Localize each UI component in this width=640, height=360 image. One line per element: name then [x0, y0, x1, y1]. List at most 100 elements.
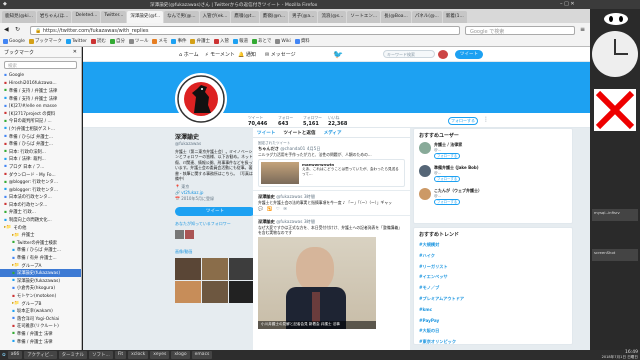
- bookmark-item[interactable]: 自分: [109, 37, 125, 45]
- stat-tweets[interactable]: ツイート 70,446: [248, 115, 267, 127]
- taskbar-item[interactable]: xclock: [128, 351, 149, 359]
- tweet-to-button[interactable]: ツイート: [175, 207, 255, 217]
- twitter-bird-icon[interactable]: 🐦: [333, 50, 343, 59]
- sidebar-bookmark-item[interactable]: ▪ 小倉秀夫(hkogura): [0, 285, 81, 293]
- taskbar-item[interactable]: ターミナル: [58, 351, 88, 359]
- sidebar-bookmark-item[interactable]: ▪ 深澤諭史(fukazawas): [0, 277, 81, 285]
- sidebar-bookmark-item[interactable]: ▪ ブログ 日本 / フ...: [0, 163, 81, 171]
- sidebar-bookmark-item[interactable]: ▪ 日本法の行政センタ...: [0, 194, 81, 202]
- sidebar-bookmark-item[interactable]: ▪ 準備 / ひらば 弁護士...: [0, 133, 81, 141]
- browser-tab[interactable]: 岩ちゃん(ほ...: [36, 11, 72, 23]
- bookmark-item[interactable]: Google: [3, 37, 25, 45]
- trend-item[interactable]: #プレミアムアウトドア: [419, 294, 567, 305]
- sidebar-bookmark-item[interactable]: ▪ 今日の裁判所日記 / ...: [0, 118, 81, 126]
- sidebar-bookmark-item[interactable]: ▪ 準備 / ひらば 弁護士...: [0, 247, 81, 255]
- photo-thumb[interactable]: [229, 281, 255, 304]
- trend-item[interactable]: #大阪の日: [419, 326, 567, 337]
- sidebar-bookmark-item[interactable]: ▪ 準備 / 支持 / 弁護士 法律: [0, 95, 81, 103]
- browser-tab[interactable]: パネル(@...: [411, 11, 442, 23]
- browser-tab[interactable]: 男子(@a...: [289, 11, 318, 23]
- sidebar-bookmark-item[interactable]: ▪ (ク)弁護士相談ゲスト...: [0, 125, 81, 133]
- browser-tab[interactable]: ソートエン...: [347, 11, 381, 23]
- nav-messages[interactable]: ✉ メッセージ: [265, 51, 296, 58]
- sidebar-bookmark-item[interactable]: ▪ 日本 / 法律: 裁判...: [0, 156, 81, 164]
- sidebar-bookmark-item[interactable]: ▪ Google: [0, 72, 81, 80]
- bookmark-item[interactable]: 資料: [294, 37, 310, 45]
- suggested-user[interactable]: こたんが（ウェブ弁護士） @... フォローする: [419, 188, 567, 205]
- sidebar-bookmark-item[interactable]: ▪ Twitterの弁護士検索: [0, 239, 81, 247]
- sidebar-bookmark-item[interactable]: ▸📁 弁護士: [0, 231, 81, 239]
- sidebar-search-input[interactable]: 検索: [4, 61, 77, 69]
- window-controls[interactable]: – □ ✕: [560, 1, 575, 7]
- nav-moments[interactable]: ⚡ モーメント: [205, 51, 235, 58]
- sidebar-bookmark-item[interactable]: ▪ モトケン(motoken): [0, 292, 81, 300]
- browser-tab[interactable]: Deleted...: [72, 11, 101, 23]
- sidebar-bookmark-item[interactable]: ▪ 準備 / 弁護士 法律: [0, 330, 81, 338]
- profile-avatar[interactable]: [175, 73, 227, 125]
- browser-tab[interactable]: Twitter...: [101, 11, 127, 23]
- avatar[interactable]: [438, 50, 448, 59]
- bookmark-item[interactable]: メモ: [152, 37, 167, 45]
- dock-label[interactable]: mysql--infisrv: [592, 209, 638, 221]
- bookmark-item[interactable]: 弁護士: [190, 37, 210, 45]
- close-icon[interactable]: ✕: [73, 49, 77, 55]
- twitter-search-input[interactable]: キーワード検索: [383, 50, 435, 58]
- sidebar-bookmark-item[interactable]: ▪ ダウンロード - My Fo...: [0, 171, 81, 179]
- sidebar-bookmark-item[interactable]: ▪ 準備 / 弁護士 法律: [0, 338, 81, 346]
- taskbar-item[interactable]: Fit: [114, 351, 127, 359]
- menu-icon[interactable]: ≡: [580, 26, 585, 33]
- tweet[interactable]: 固定されたツイート ちゃんださ @chanda01 4月5日 ニルラグ力活用を手…: [253, 138, 410, 191]
- tweet[interactable]: 深澤諭史 @fukazawas 3時間 弁護士と弁護士会の法的事実と指摘事項を今…: [253, 191, 410, 216]
- tweet[interactable]: 深澤諭史 @fukazawas 3時間 なぜ大変ですかは正式な方を、本日受付付け…: [253, 216, 410, 332]
- sidebar-bookmark-item[interactable]: ▪ 日本の行政センタ...: [0, 201, 81, 209]
- browser-tab[interactable]: 長(@Boa...: [381, 11, 411, 23]
- sidebar-bookmark-item[interactable]: ▪ [K]2717project の資料: [0, 110, 81, 118]
- url-bar[interactable]: 🔒 https://twitter.com/fukazawas/with_rep…: [30, 26, 460, 35]
- trend-item[interactable]: #kmc: [419, 305, 567, 316]
- tweet-photo[interactable]: 小川弁護士の見解と記者会見 新着会 弁護士 法事: [258, 237, 376, 329]
- browser-tab[interactable]: 鹿知見(@ki...: [2, 11, 36, 23]
- trend-item[interactable]: #リーガリスト: [419, 262, 567, 273]
- bookmark-item[interactable]: 事件: [171, 37, 186, 45]
- browser-tab[interactable]: 入管が(ek...: [199, 11, 231, 23]
- browser-tab[interactable]: 新着(1...: [442, 11, 467, 23]
- reload-icon[interactable]: ↻: [15, 26, 20, 33]
- follow-user-button[interactable]: フォローする: [434, 176, 460, 182]
- followers-you-know-label[interactable]: あなたが知っているフォロワー: [175, 221, 260, 227]
- nav-home[interactable]: ⌂ ホーム: [179, 51, 199, 58]
- sidebar-bookmark-item[interactable]: ▪ 日本: 行政の法制...: [0, 148, 81, 156]
- photo-thumb[interactable]: [202, 281, 228, 304]
- photo-thumb[interactable]: [202, 258, 228, 281]
- bookmark-item[interactable]: Twitter: [65, 37, 87, 45]
- sidebar-bookmark-item[interactable]: ▪ 準備 / ひらば 弁護士...: [0, 140, 81, 148]
- sidebar-bookmark-item[interactable]: ▪ @blogger: 行政センタ...: [0, 186, 81, 194]
- sidebar-bookmark-item[interactable]: ▪ 制度向上の問題文化...: [0, 216, 81, 224]
- taskbar-item[interactable]: a66: [7, 351, 23, 359]
- tweet-actions[interactable]: 💬 🔁 ♡ ✉: [258, 206, 405, 212]
- sidebar-bookmark-item[interactable]: ▪ 準備 / 支持 / 弁護士 法律: [0, 87, 81, 95]
- photo-thumb[interactable]: [229, 258, 255, 281]
- taskbar-item[interactable]: アクティビ...: [24, 351, 57, 359]
- trend-item[interactable]: #モノ／ブ: [419, 283, 567, 294]
- sidebar-bookmark-item[interactable]: ▪ Hiroshi2016fukzawa...: [0, 80, 81, 88]
- quoted-tweet[interactable]: maewwrwnwtn えあ、これはこどうことは思っていたが、会わったら見送るっ…: [258, 159, 405, 187]
- browser-tab[interactable]: 鷹嶺(@t...: [231, 11, 259, 23]
- clock[interactable]: 16:49 2018年7月1日 日曜日: [602, 350, 638, 360]
- trend-item[interactable]: #ハイク: [419, 251, 567, 262]
- tweet-compose-button[interactable]: ツイート: [455, 50, 483, 59]
- sidebar-bookmark-item[interactable]: ▪ [K]27/#/elle en masse: [0, 102, 81, 110]
- trend-item[interactable]: #東京オリンピック: [419, 337, 567, 348]
- nav-notifications[interactable]: 🔔 通知: [238, 51, 256, 58]
- sidebar-bookmark-item[interactable]: ▪ 坂本正幸(wakam): [0, 307, 81, 315]
- photo-thumb[interactable]: [175, 281, 201, 304]
- taskbar-item[interactable]: ソフト...: [89, 351, 113, 359]
- taskbar-item[interactable]: xeyes: [150, 351, 170, 359]
- profile-handle[interactable]: @fukazawas: [175, 141, 260, 146]
- photos-label[interactable]: 画像/動画: [175, 249, 260, 255]
- follow-user-button[interactable]: フォローする: [434, 199, 460, 205]
- tab-media[interactable]: メディア: [324, 130, 342, 136]
- bookmark-item[interactable]: あとで: [251, 37, 271, 45]
- apps-menu-icon[interactable]: ◆: [3, 1, 7, 7]
- tab-tweets[interactable]: ツイート: [257, 130, 275, 136]
- sidebar-title[interactable]: ブックマーク: [4, 49, 34, 56]
